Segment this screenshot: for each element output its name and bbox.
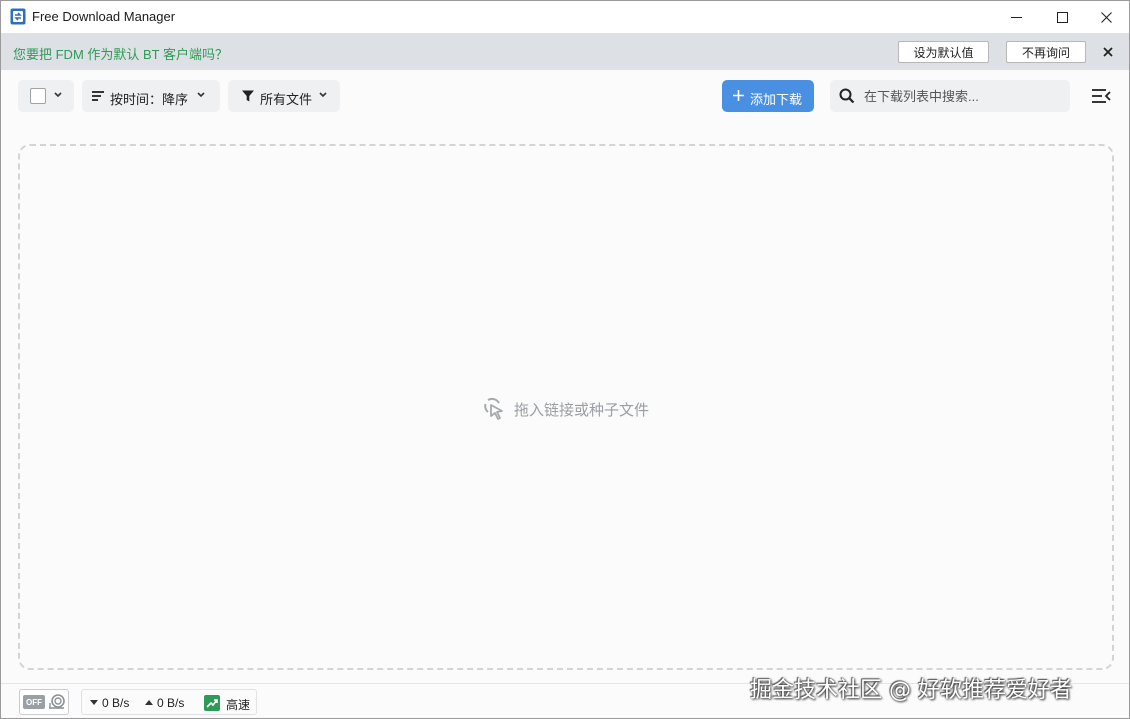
chevron-down-icon [197,92,205,98]
chevron-down-icon [319,92,327,98]
sort-label: 按时间：降序 [110,92,189,107]
menu-collapse-icon[interactable] [1090,86,1112,106]
maximize-button[interactable] [1039,1,1085,33]
bt-prompt-message: 您要把 FDM 作为默认 BT 客户端吗？ [13,47,228,62]
upload-arrow-icon [145,700,153,705]
snail-icon [49,694,65,709]
close-icon [1100,11,1112,23]
minimize-icon [1010,16,1022,18]
sort-dropdown[interactable]: 按时间：降序 [82,80,220,112]
dismiss-prompt-icon[interactable] [1100,44,1116,60]
plus-icon [733,90,744,101]
trend-up-icon [204,695,220,711]
select-all-checkbox[interactable] [30,88,46,104]
chevron-down-icon [54,92,62,98]
watermark: 掘金技术社区 @ 好软推荐爱好者 [750,678,1072,703]
maximize-icon [1056,11,1068,23]
download-arrow-icon [90,700,98,705]
snail-mode-toggle[interactable]: OFF [19,689,69,715]
traffic-mode: 高速 [226,698,251,712]
download-speed: 0 B/s [102,696,130,710]
pointer-click-icon [484,397,503,420]
sort-lines-icon [92,91,104,101]
fdm-logo-icon [10,8,26,25]
never-ask-button[interactable]: 不再询问 [1006,41,1086,63]
set-default-button[interactable]: 设为默认值 [898,41,989,63]
minimize-button[interactable] [993,1,1039,33]
speed-indicator[interactable]: 0 B/s 0 B/s 高速 [81,689,257,715]
select-all-dropdown[interactable] [18,80,74,112]
close-window-button[interactable] [1083,1,1129,33]
funnel-icon [242,90,254,102]
window-title: Free Download Manager [32,9,176,24]
title-bar: Free Download Manager [1,1,1129,33]
add-download-label: 添加下载 [750,92,803,107]
snail-mode-state: OFF [23,695,45,709]
bt-default-prompt: 您要把 FDM 作为默认 BT 客户端吗？ 设为默认值 不再询问 [1,33,1129,70]
add-download-button[interactable]: 添加下载 [722,80,814,112]
file-filter-dropdown[interactable]: 所有文件 [228,80,340,112]
dropzone-hint: 拖入链接或种子文件 [482,397,649,421]
search-icon [839,88,855,104]
download-list-dropzone[interactable]: 拖入链接或种子文件 [18,144,1114,670]
search-box [830,80,1070,112]
app-window: Free Download Manager 您要把 FDM 作为默认 BT 客户… [0,0,1130,719]
upload-speed: 0 B/s [157,696,185,710]
search-input[interactable] [864,86,1064,106]
dropzone-hint-text: 拖入链接或种子文件 [514,401,650,419]
filter-label: 所有文件 [260,92,313,107]
toolbar: 按时间：降序 所有文件 添加下载 [1,70,1129,122]
